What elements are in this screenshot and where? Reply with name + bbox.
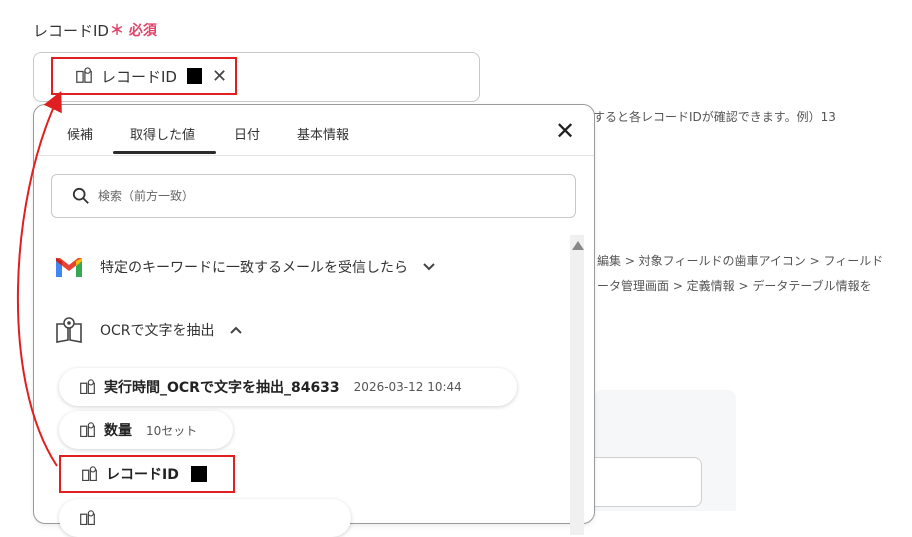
redacted-block <box>186 68 202 84</box>
chip-label: レコードID <box>101 67 177 86</box>
background-input[interactable] <box>594 457 702 507</box>
section-gmail-trigger[interactable]: 特定のキーワードに一致するメールを受信したら <box>54 255 436 279</box>
gmail-icon <box>56 258 82 277</box>
field-hint: すると各レコードIDが確認できます。例）13 <box>593 110 836 124</box>
section-label: OCRで文字を抽出 <box>100 323 215 339</box>
ocr-book-icon <box>56 317 82 343</box>
tab-candidates[interactable]: 候補 <box>67 124 93 143</box>
ocr-book-icon <box>82 465 97 481</box>
search-input[interactable] <box>96 188 540 204</box>
instruction-path-2: ータ管理画面 > 定義情報 > データテーブル情報を <box>597 279 872 293</box>
tab-fetched-values[interactable]: 取得した値 <box>130 124 195 143</box>
item-label: レコードID <box>106 467 179 483</box>
tab-date[interactable]: 日付 <box>234 124 260 143</box>
item-label: 数量 <box>104 423 132 439</box>
item-label: 実行時間_OCRで文字を抽出_84633 <box>104 380 340 396</box>
chevron-down-icon <box>423 263 435 271</box>
chip-remove-icon[interactable]: ✕ <box>212 66 227 87</box>
value-item[interactable] <box>59 499 351 537</box>
record-id-chip[interactable]: レコードID ✕ <box>51 57 237 95</box>
value-item[interactable]: 数量 10セット <box>59 411 233 449</box>
search-box[interactable] <box>51 174 576 218</box>
ocr-book-icon <box>80 378 95 394</box>
value-picker-popup: 候補 取得した値 日付 基本情報 ✕ 特定のキーワードに一致するメールを受信した… <box>33 104 595 537</box>
close-icon[interactable]: ✕ <box>555 119 575 143</box>
ocr-book-icon <box>80 509 95 525</box>
redacted-block <box>190 466 207 482</box>
scroll-up-icon[interactable] <box>572 241 584 250</box>
tab-basic-info[interactable]: 基本情報 <box>297 124 349 143</box>
active-tab-indicator <box>113 151 216 154</box>
section-label: 特定のキーワードに一致するメールを受信したら <box>100 260 408 276</box>
chevron-up-icon <box>229 326 242 334</box>
instruction-path-1: 編集 > 対象フィールドの歯車アイコン > フィールド <box>597 254 884 268</box>
tab-bar: 候補 取得した値 日付 基本情報 ✕ <box>34 105 594 156</box>
section-ocr[interactable]: OCRで文字を抽出 <box>54 316 243 344</box>
value-item-record-id[interactable]: レコードID <box>59 455 235 493</box>
value-item[interactable]: 実行時間_OCRで文字を抽出_84633 2026-03-12 10:44 <box>59 368 517 406</box>
item-value: 2026-03-12 10:44 <box>353 380 462 394</box>
search-icon <box>72 187 89 204</box>
scrollbar[interactable] <box>570 235 584 535</box>
item-value: 10セット <box>146 423 198 438</box>
ocr-book-icon <box>80 421 95 437</box>
ocr-book-icon <box>76 67 92 83</box>
required-badge: ＊ 必須 <box>110 23 157 39</box>
field-label: レコードID <box>33 22 109 40</box>
